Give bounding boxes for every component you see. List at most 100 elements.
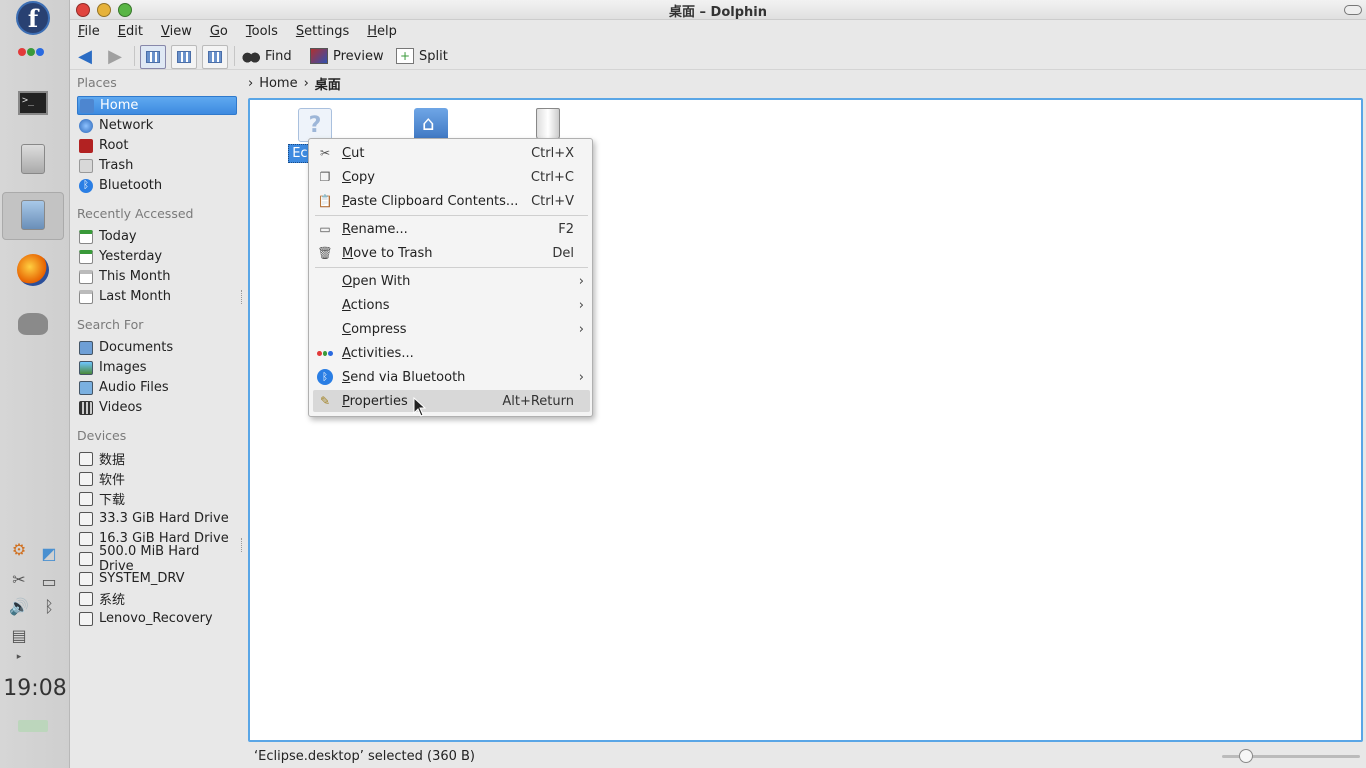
update-notifier-icon[interactable]: ⚙ — [8, 540, 30, 559]
device-item[interactable]: 数据 — [77, 449, 237, 468]
scissors-icon[interactable]: ✂ — [8, 570, 30, 589]
recent-item-this-month[interactable]: This Month — [77, 267, 237, 286]
preview-label: Preview — [333, 48, 384, 64]
terminal-icon[interactable]: >_ — [14, 84, 52, 122]
chevron-right-icon: › — [578, 273, 584, 289]
status-bar: ‘Eclipse.desktop’ selected (360 B) — [248, 745, 1366, 768]
panel-splitter-handle[interactable] — [241, 290, 244, 304]
menu-item-paste[interactable]: 📋 Paste Clipboard Contents... Ctrl+V — [313, 190, 590, 212]
notification-icon[interactable]: ◩ — [38, 544, 60, 563]
preview-button[interactable]: Preview — [310, 45, 384, 67]
calendar-icon — [79, 269, 93, 284]
breadcrumb-current[interactable]: 桌面 — [315, 74, 341, 93]
menu-settings[interactable]: Settings — [296, 24, 349, 39]
battery-icon[interactable]: ▤ — [8, 626, 30, 645]
places-item-home[interactable]: Home — [77, 96, 237, 115]
menu-go[interactable]: Go — [210, 24, 228, 39]
menu-tools[interactable]: Tools — [246, 24, 278, 39]
zoom-slider[interactable] — [1222, 749, 1360, 763]
menu-view[interactable]: View — [161, 24, 192, 39]
device-item[interactable]: Lenovo_Recovery — [77, 609, 237, 628]
drive-icon — [79, 471, 93, 486]
menu-item-open-with[interactable]: Open With › — [313, 270, 590, 292]
menu-file[interactable]: File — [78, 24, 100, 39]
menu-item-properties[interactable]: ✎ Properties Alt+Return — [313, 390, 590, 412]
device-item[interactable]: 系统 — [77, 589, 237, 608]
fedora-launcher-icon[interactable]: f — [16, 1, 50, 35]
menu-separator — [315, 267, 588, 268]
zoom-slider-handle[interactable] — [1239, 749, 1253, 763]
gimp-icon[interactable] — [14, 305, 52, 343]
menu-edit[interactable]: Edit — [118, 24, 143, 39]
drive-icon — [79, 491, 93, 506]
binoculars-icon — [242, 48, 260, 64]
places-item-trash[interactable]: Trash — [77, 156, 237, 175]
breadcrumb-home[interactable]: Home — [259, 76, 297, 91]
menu-help[interactable]: Help — [367, 24, 397, 39]
window-titlebar[interactable]: 桌面 – Dolphin — [70, 0, 1366, 20]
file-item-trash[interactable] — [503, 108, 593, 140]
back-arrow-icon[interactable]: ◀ — [74, 45, 96, 67]
menu-item-copy[interactable]: ❐ Copy Ctrl+C — [313, 166, 590, 188]
device-item[interactable]: 33.3 GiB Hard Drive — [77, 509, 237, 528]
device-item[interactable]: 下载 — [77, 489, 237, 508]
menu-item-actions[interactable]: Actions › — [313, 294, 590, 316]
unknown-file-icon: ? — [298, 108, 332, 142]
calendar-icon — [79, 289, 93, 304]
menu-separator — [315, 215, 588, 216]
scissors-icon: ✂ — [319, 146, 331, 160]
places-header: Places — [77, 75, 117, 90]
menu-item-cut[interactable]: ✂ Cut Ctrl+X — [313, 142, 590, 164]
find-button[interactable]: Find — [242, 45, 292, 67]
split-label: Split — [419, 48, 448, 64]
menu-item-compress[interactable]: Compress › — [313, 318, 590, 340]
root-folder-icon — [79, 138, 93, 153]
menu-item-move-to-trash[interactable]: 🗑 Move to Trash Del — [313, 242, 590, 264]
bluetooth-icon: ᛒ — [79, 178, 93, 193]
menu-item-send-via-bluetooth[interactable]: ᛒ Send via Bluetooth › — [313, 366, 590, 388]
search-item-audio[interactable]: Audio Files — [77, 378, 237, 397]
devices-header: Devices — [77, 428, 127, 443]
window-menu-button[interactable] — [1344, 5, 1362, 15]
recent-item-today[interactable]: Today — [77, 227, 237, 246]
split-button[interactable]: + Split — [396, 45, 448, 67]
dolphin-icon[interactable] — [14, 196, 52, 234]
panel-splitter-handle[interactable] — [241, 538, 244, 552]
menu-item-rename[interactable]: ▭ Rename... F2 — [313, 218, 590, 240]
search-item-documents[interactable]: Documents — [77, 338, 237, 357]
keyboard-icon[interactable]: ▭ — [38, 572, 60, 591]
file-item-home[interactable] — [386, 108, 476, 142]
pager-icon[interactable] — [18, 720, 48, 732]
columns-view-button[interactable] — [202, 45, 228, 69]
activities-dots-icon[interactable] — [18, 48, 44, 56]
device-item[interactable]: SYSTEM_DRV — [77, 569, 237, 588]
menu-item-activities[interactable]: Activities... — [313, 342, 590, 364]
device-item[interactable]: 软件 — [77, 469, 237, 488]
forward-arrow-icon[interactable]: ▶ — [104, 45, 126, 67]
dock-panel: f >_ ⚙ ◩ ✂ ▭ 🔊 ᛒ ▤ ▸ 19:08 — [0, 0, 70, 768]
chevron-right-icon[interactable]: › — [248, 76, 253, 91]
search-item-videos[interactable]: Videos — [77, 398, 237, 417]
video-icon — [79, 400, 93, 415]
details-view-icon — [177, 51, 191, 63]
firefox-icon[interactable] — [14, 251, 52, 289]
file-manager-icon[interactable] — [14, 140, 52, 178]
tray-expand-icon[interactable]: ▸ — [8, 652, 30, 662]
icons-view-button[interactable] — [140, 45, 166, 69]
places-item-bluetooth[interactable]: ᛒ Bluetooth — [77, 176, 237, 195]
volume-icon[interactable]: 🔊 — [8, 597, 30, 616]
places-item-root[interactable]: Root — [77, 136, 237, 155]
details-view-button[interactable] — [171, 45, 197, 69]
bluetooth-tray-icon[interactable]: ᛒ — [38, 597, 60, 616]
places-item-network[interactable]: Network — [77, 116, 237, 135]
breadcrumb: › Home › 桌面 — [248, 72, 347, 94]
window-title: 桌面 – Dolphin — [668, 5, 767, 20]
device-item[interactable]: 500.0 MiB Hard Drive — [77, 544, 237, 574]
context-menu: ✂ Cut Ctrl+X ❐ Copy Ctrl+C 📋 Paste Clipb… — [308, 138, 593, 417]
recent-item-yesterday[interactable]: Yesterday — [77, 247, 237, 266]
recent-item-last-month[interactable]: Last Month — [77, 287, 237, 306]
search-item-images[interactable]: Images — [77, 358, 237, 377]
clock[interactable]: 19:08 — [0, 676, 70, 701]
hard-drive-icon — [79, 551, 93, 566]
chevron-right-icon[interactable]: › — [304, 76, 309, 91]
